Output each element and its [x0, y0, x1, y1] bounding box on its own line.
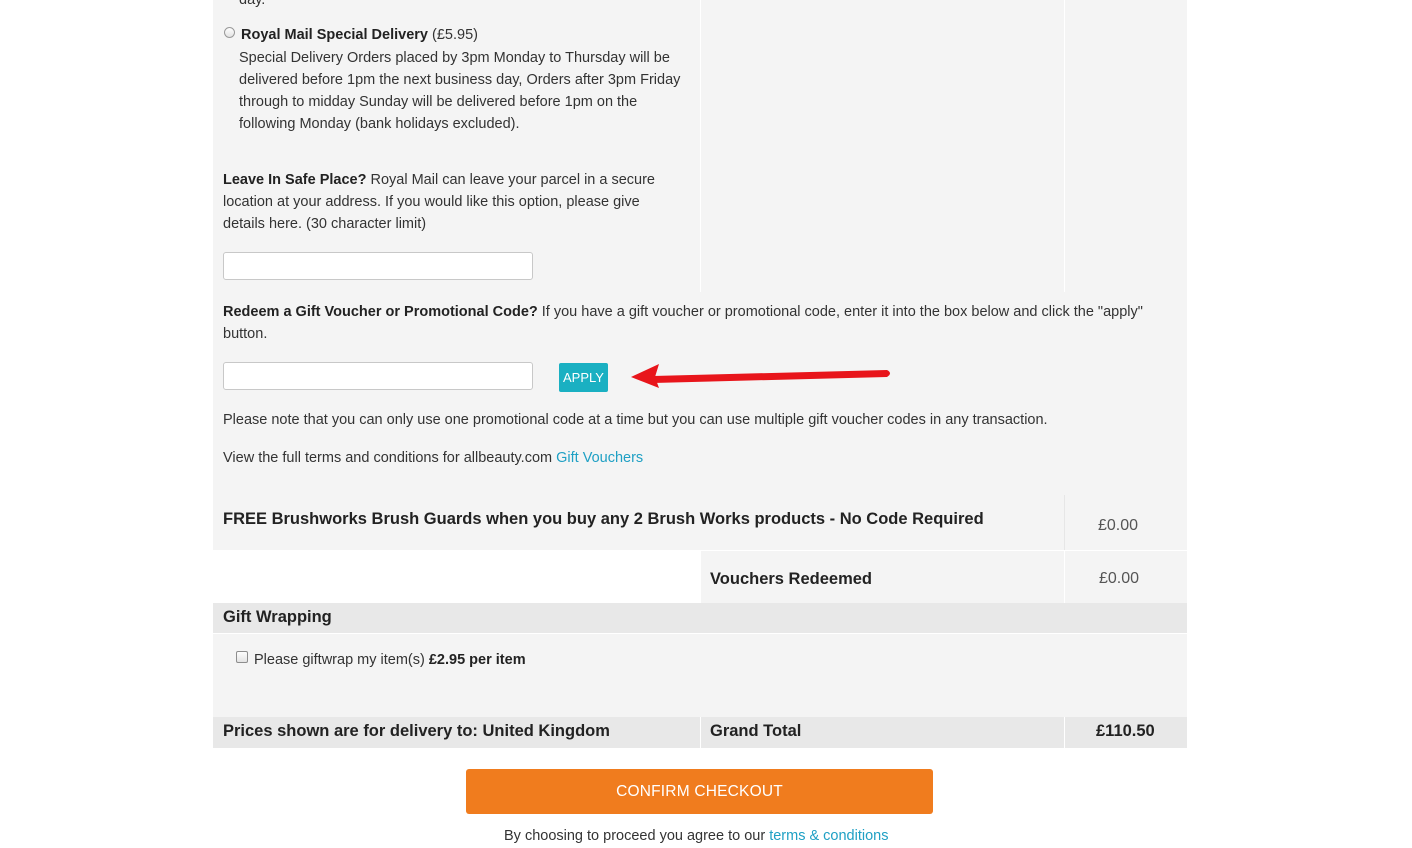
voucher-code-input[interactable]: [223, 362, 533, 390]
safe-place-line-text: Royal Mail can leave your parcel in a se…: [366, 172, 655, 188]
safe-place-line: location at your address. If you would l…: [223, 194, 640, 210]
gift-wrapping-header: [213, 603, 1187, 633]
confirm-checkout-button[interactable]: CONFIRM CHECKOUT: [466, 769, 933, 814]
arrow-head: [631, 364, 659, 388]
safe-place-line: details here. (30 character limit): [223, 216, 427, 232]
terms-conditions-link[interactable]: terms & conditions: [769, 828, 888, 844]
special-delivery-radio[interactable]: [224, 27, 235, 38]
vouchers-redeemed-amount: £0.00: [1099, 570, 1140, 587]
terms-agreement: By choosing to proceed you agree to our …: [504, 825, 888, 847]
special-delivery-line: through to midday Sunday will be deliver…: [239, 94, 638, 110]
giftwrap-label: Please giftwrap my item(s) £2.95 per ite…: [254, 649, 526, 671]
delivery-country-note: Prices shown are for delivery to: United…: [223, 722, 610, 740]
voucher-terms: View the full terms and conditions for a…: [223, 447, 643, 469]
special-delivery-line: Special Delivery Orders placed by 3pm Mo…: [239, 50, 670, 66]
voucher-intro-line: Redeem a Gift Voucher or Promotional Cod…: [223, 301, 1173, 323]
gift-vouchers-link[interactable]: Gift Vouchers: [556, 450, 643, 466]
apply-button[interactable]: APPLY: [559, 363, 608, 392]
vouchers-redeemed-label: Vouchers Redeemed: [710, 570, 873, 588]
special-delivery-line: following Monday (bank holidays excluded…: [239, 116, 520, 132]
special-delivery-description: Special Delivery Orders placed by 3pm Mo…: [239, 47, 699, 135]
voucher-intro: Redeem a Gift Voucher or Promotional Cod…: [223, 301, 1173, 345]
giftwrap-checkbox[interactable]: [236, 651, 248, 663]
gift-wrapping-body: [213, 634, 1187, 717]
totals-divider-2: [1064, 717, 1065, 748]
safe-place-text: Leave In Safe Place? Royal Mail can leav…: [223, 169, 693, 235]
totals-divider-1: [700, 717, 701, 748]
delivery-middle-column: [701, 0, 1064, 292]
promotion-label: FREE Brushworks Brush Guards when you bu…: [223, 510, 984, 528]
safe-place-line: Leave In Safe Place? Royal Mail can leav…: [223, 169, 693, 191]
safe-place-input[interactable]: [223, 252, 533, 280]
arrow-shaft: [653, 370, 890, 383]
terms-agreement-prefix: By choosing to proceed you agree to our: [504, 828, 770, 844]
giftwrap-price: £2.95 per item: [428, 652, 526, 668]
delivery-partial-text: day.: [239, 0, 266, 8]
grand-total-amount: £110.50: [1096, 722, 1155, 740]
special-delivery-title: Royal Mail Special Delivery (£5.95): [241, 24, 478, 46]
voucher-terms-prefix: View the full terms and conditions for a…: [223, 450, 557, 466]
giftwrap-label-text: Please giftwrap my item(s): [254, 652, 429, 668]
voucher-note: Please note that you can only use one pr…: [223, 412, 1048, 428]
gift-wrapping-heading: Gift Wrapping: [223, 608, 332, 626]
voucher-text: If you have a gift voucher or promotiona…: [537, 304, 1143, 320]
special-delivery-price: (£5.95): [432, 27, 478, 43]
delivery-right-column: [1065, 0, 1187, 292]
voucher-title: Redeem a Gift Voucher or Promotional Cod…: [223, 304, 538, 320]
special-delivery-line: delivered before 1pm the next business d…: [239, 72, 681, 88]
special-delivery-name: Royal Mail Special Delivery: [241, 27, 428, 43]
promotion-divider: [1064, 495, 1065, 550]
safe-place-title: Leave In Safe Place?: [223, 172, 367, 188]
grand-total-label: Grand Total: [710, 722, 802, 740]
red-arrow-annotation: [631, 364, 890, 388]
voucher-intro-line-2: button.: [223, 326, 268, 342]
promotion-amount: £0.00: [1098, 517, 1139, 534]
